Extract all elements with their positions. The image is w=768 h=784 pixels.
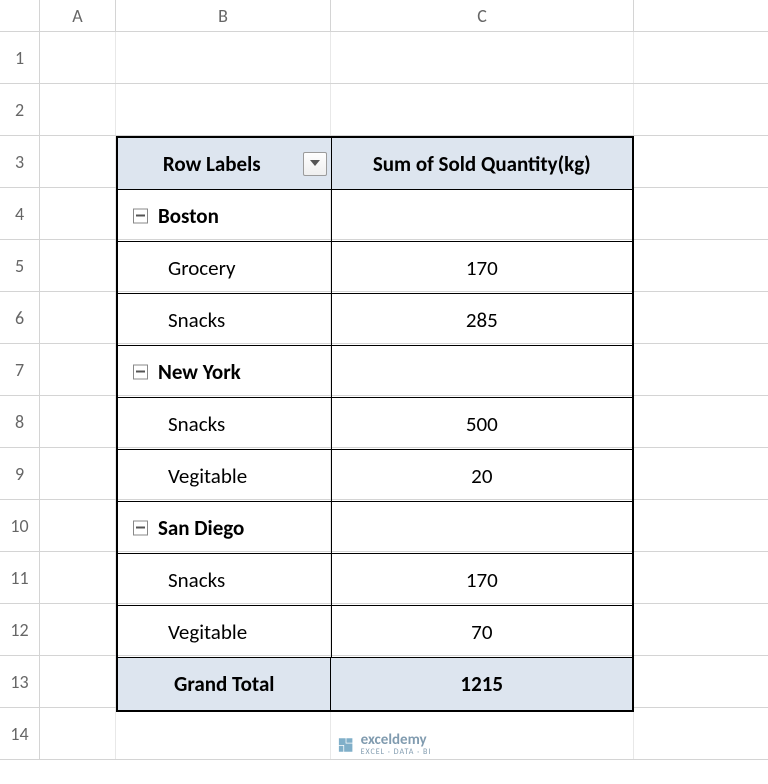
pivot-item-label[interactable]: Vegitable: [118, 450, 332, 501]
pivot-group-label[interactable]: San Diego: [118, 502, 332, 553]
row-header-8[interactable]: 8: [0, 396, 40, 447]
pivot-data-row: Vegitable70: [118, 606, 632, 658]
pivot-header-value[interactable]: Sum of Sold Quantity(kg): [332, 138, 632, 189]
row-header-10[interactable]: 10: [0, 500, 40, 551]
collapse-icon[interactable]: [133, 520, 148, 535]
cell-A3[interactable]: [40, 136, 116, 187]
grand-total-value[interactable]: 1215: [331, 658, 632, 710]
row-header-4[interactable]: 4: [0, 188, 40, 239]
watermark: exceldemy EXCEL · DATA · BI: [337, 733, 432, 756]
cell-A10[interactable]: [40, 500, 116, 551]
row-header-13[interactable]: 13: [0, 656, 40, 707]
cell-A13[interactable]: [40, 656, 116, 707]
row-header-1[interactable]: 1: [0, 32, 40, 83]
pivot-item-label[interactable]: Snacks: [118, 294, 332, 345]
pivot-group-row: Boston: [118, 190, 632, 242]
watermark-tagline: EXCEL · DATA · BI: [361, 748, 432, 756]
cell-A9[interactable]: [40, 448, 116, 499]
grid-row: 1: [0, 32, 768, 84]
cell-A4[interactable]: [40, 188, 116, 239]
pivot-table: Row Labels Sum of Sold Quantity(kg) Bost…: [116, 136, 634, 712]
pivot-item-label[interactable]: Snacks: [118, 554, 332, 605]
collapse-icon[interactable]: [133, 208, 148, 223]
pivot-header-rowlabels[interactable]: Row Labels: [118, 138, 332, 189]
pivot-item-value[interactable]: 170: [332, 554, 632, 605]
pivot-item-value[interactable]: 500: [332, 398, 632, 449]
pivot-data-row: Snacks285: [118, 294, 632, 346]
row-header-2[interactable]: 2: [0, 84, 40, 135]
column-headers: A B C: [0, 0, 768, 32]
cell-B14[interactable]: [116, 708, 331, 759]
pivot-group-label[interactable]: Boston: [118, 190, 332, 241]
row-header-12[interactable]: 12: [0, 604, 40, 655]
cell-A2[interactable]: [40, 84, 116, 135]
group-name-text: San Diego: [158, 515, 244, 541]
cell-A14[interactable]: [40, 708, 116, 759]
collapse-icon[interactable]: [133, 364, 148, 379]
cell-A5[interactable]: [40, 240, 116, 291]
column-header-B[interactable]: B: [116, 0, 331, 31]
cell-A11[interactable]: [40, 552, 116, 603]
row-header-14[interactable]: 14: [0, 708, 40, 759]
cell-C2[interactable]: [331, 84, 634, 135]
pivot-header-row: Row Labels Sum of Sold Quantity(kg): [118, 138, 632, 190]
pivot-data-row: Snacks500: [118, 398, 632, 450]
cell-A12[interactable]: [40, 604, 116, 655]
cell-B2[interactable]: [116, 84, 331, 135]
cell-A6[interactable]: [40, 292, 116, 343]
row-header-5[interactable]: 5: [0, 240, 40, 291]
row-header-11[interactable]: 11: [0, 552, 40, 603]
row-header-6[interactable]: 6: [0, 292, 40, 343]
pivot-group-row: San Diego: [118, 502, 632, 554]
cell-B1[interactable]: [116, 32, 331, 83]
row-header-3[interactable]: 3: [0, 136, 40, 187]
pivot-group-label[interactable]: New York: [118, 346, 332, 397]
column-header-C[interactable]: C: [331, 0, 634, 31]
pivot-group-row: New York: [118, 346, 632, 398]
filter-dropdown-button[interactable]: [303, 152, 327, 176]
pivot-grand-total-row: Grand Total 1215: [118, 658, 632, 710]
grid-row: 2: [0, 84, 768, 136]
pivot-group-value[interactable]: [332, 346, 632, 397]
select-all-corner[interactable]: [0, 0, 40, 31]
row-header-9[interactable]: 9: [0, 448, 40, 499]
pivot-item-label[interactable]: Vegitable: [118, 606, 332, 657]
cell-A1[interactable]: [40, 32, 116, 83]
pivot-header-rowlabels-text: Row Labels: [163, 151, 261, 177]
pivot-item-value[interactable]: 170: [332, 242, 632, 293]
pivot-item-label[interactable]: Grocery: [118, 242, 332, 293]
pivot-item-value[interactable]: 70: [332, 606, 632, 657]
grand-total-label[interactable]: Grand Total: [118, 658, 331, 710]
cell-A8[interactable]: [40, 396, 116, 447]
pivot-data-row: Vegitable20: [118, 450, 632, 502]
column-header-A[interactable]: A: [40, 0, 116, 31]
chevron-down-icon: [310, 160, 320, 167]
group-name-text: Boston: [158, 203, 219, 229]
pivot-group-value[interactable]: [332, 502, 632, 553]
pivot-item-label[interactable]: Snacks: [118, 398, 332, 449]
cell-C1[interactable]: [331, 32, 634, 83]
cell-A7[interactable]: [40, 344, 116, 395]
exceldemy-logo-icon: [337, 736, 355, 754]
pivot-item-value[interactable]: 285: [332, 294, 632, 345]
pivot-data-row: Snacks170: [118, 554, 632, 606]
pivot-item-value[interactable]: 20: [332, 450, 632, 501]
pivot-group-value[interactable]: [332, 190, 632, 241]
group-name-text: New York: [158, 359, 241, 385]
watermark-brand: exceldemy: [361, 733, 432, 748]
row-header-7[interactable]: 7: [0, 344, 40, 395]
pivot-data-row: Grocery170: [118, 242, 632, 294]
